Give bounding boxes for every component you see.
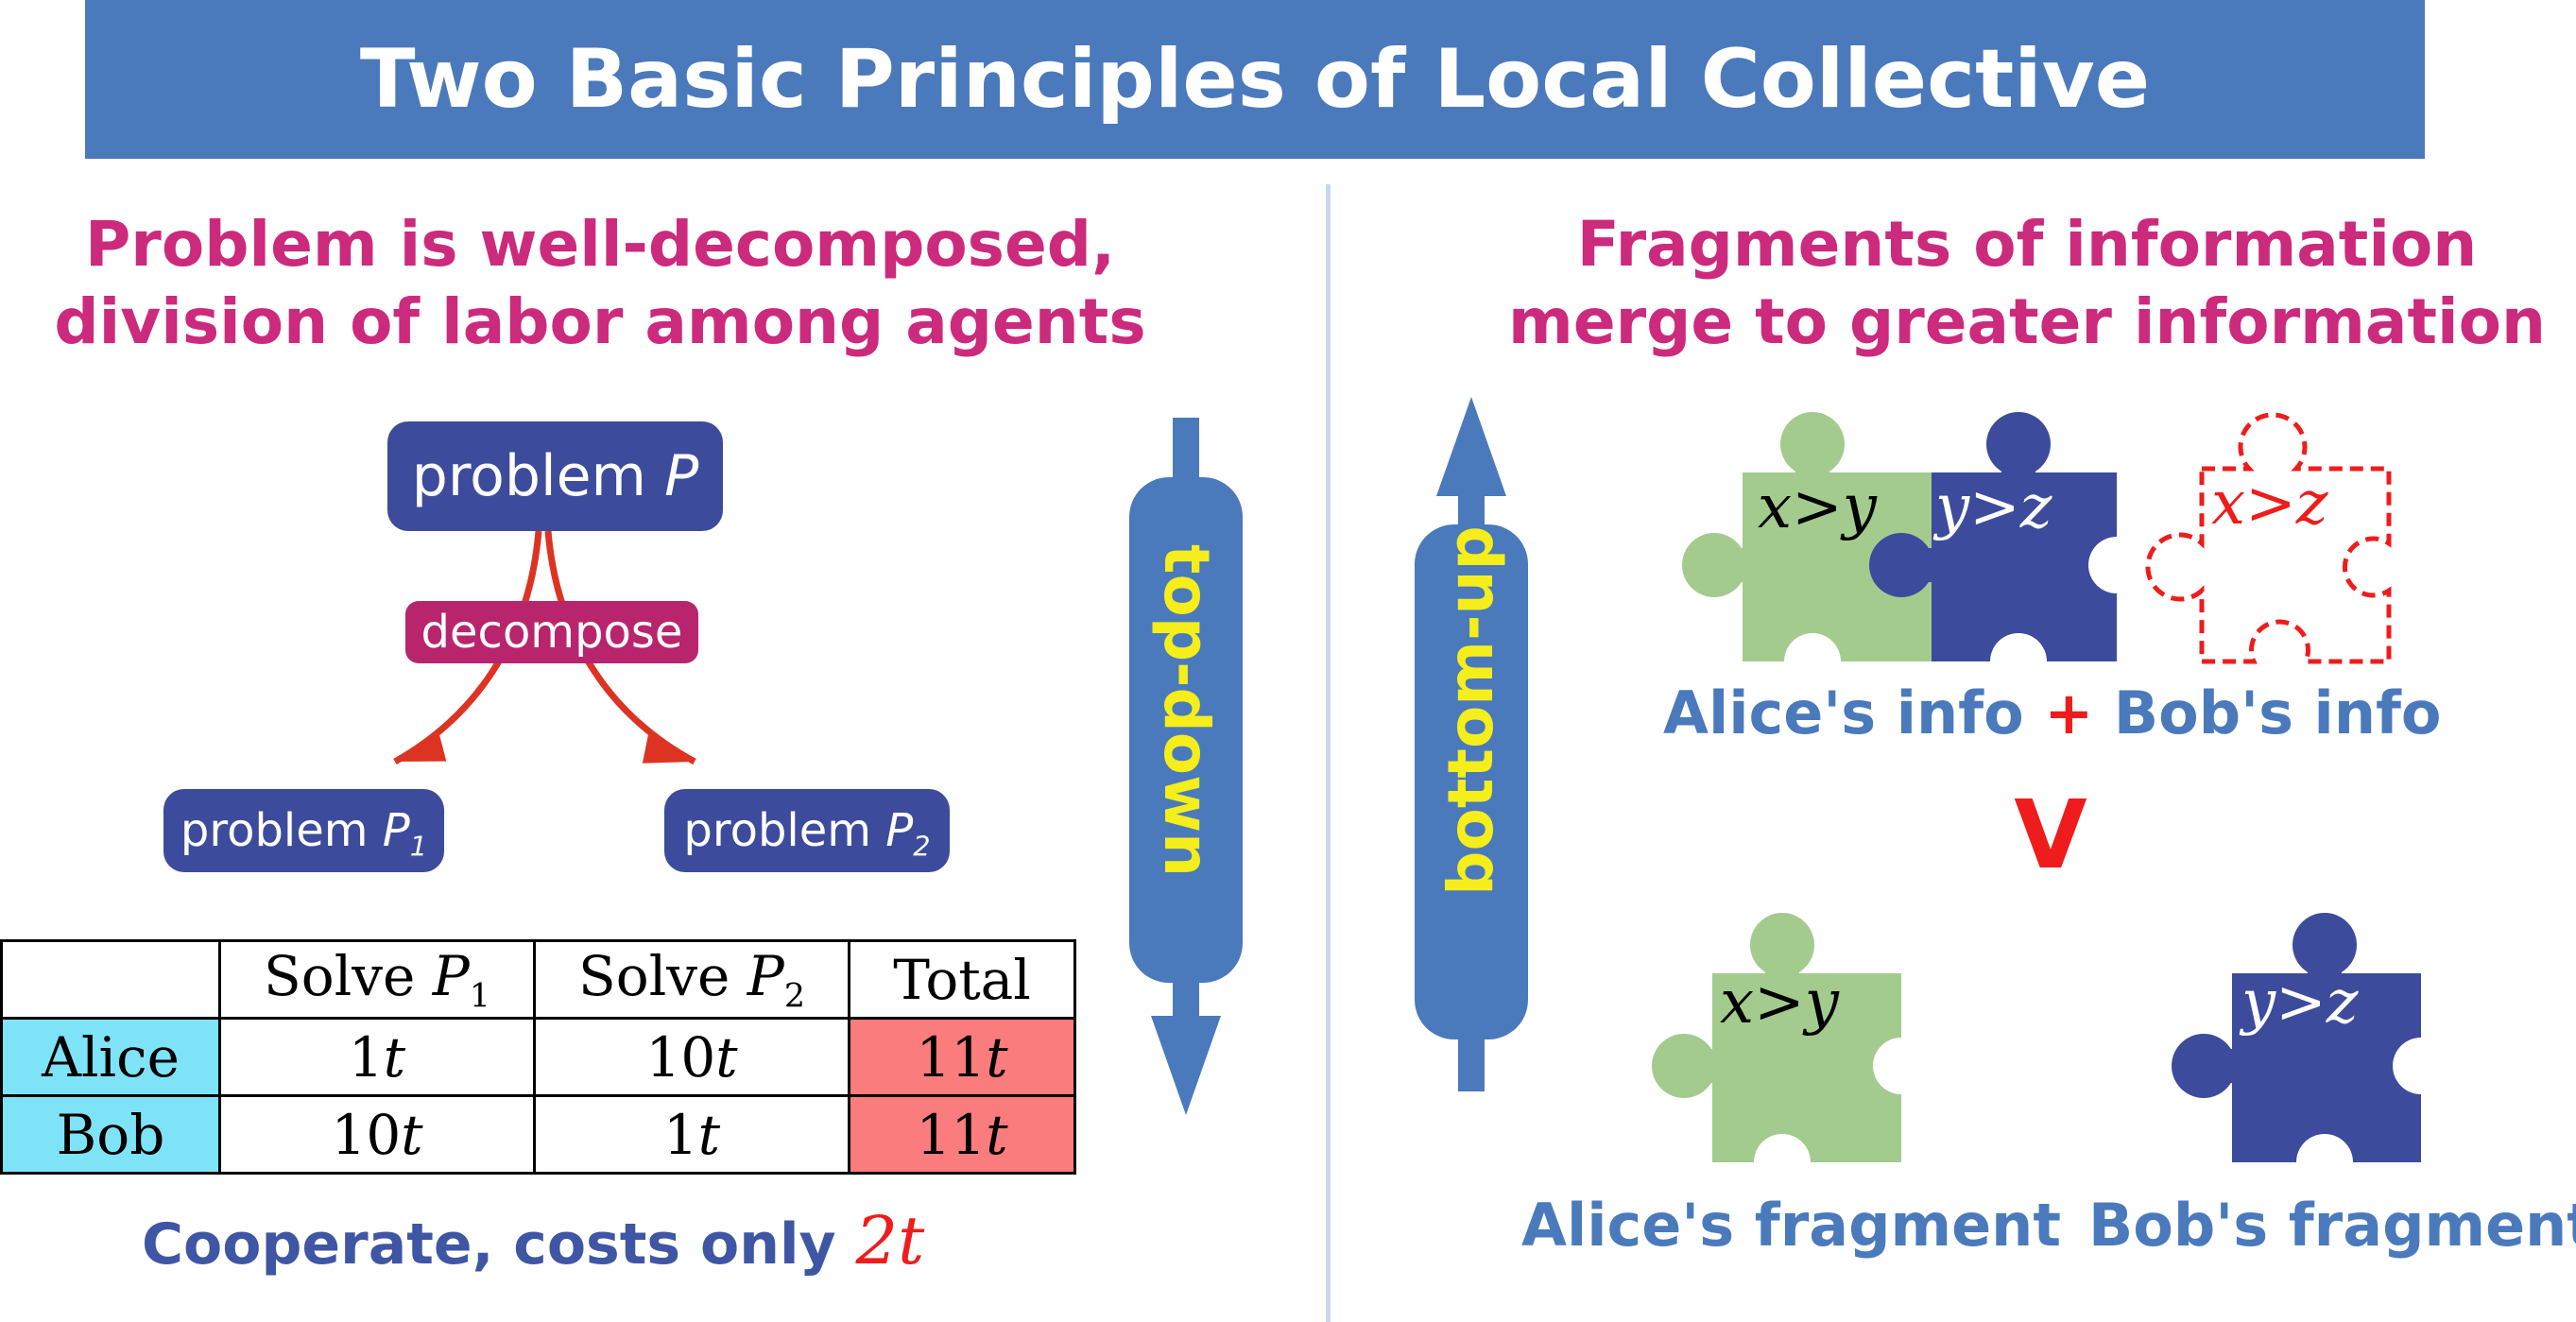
bob-fragment-piece xyxy=(2172,913,2421,1162)
bob-fragment-label: Bob's fragment xyxy=(2088,1191,2576,1260)
merged-result-text: x>z xyxy=(2211,469,2328,539)
merged-alice-text: x>y xyxy=(1758,472,1877,542)
puzzle-graphics xyxy=(1652,412,2449,1191)
alice-fragment-label: Alice's fragment xyxy=(1521,1191,2061,1260)
alice-fragment-text: x>y xyxy=(1720,968,1839,1038)
greater-than-sign: V xyxy=(2014,780,2087,890)
alice-info-label: Alice's info xyxy=(1663,678,2024,747)
bob-info-label: Bob's info xyxy=(2113,678,2442,747)
bob-fragment-text: y>z xyxy=(2241,968,2359,1038)
plus-sign: + xyxy=(2044,678,2094,747)
info-sum: Alice's info + Bob's info xyxy=(1663,678,2442,747)
alice-fragment-piece xyxy=(1652,913,1901,1162)
merged-bob-text: y>z xyxy=(1935,472,2052,542)
